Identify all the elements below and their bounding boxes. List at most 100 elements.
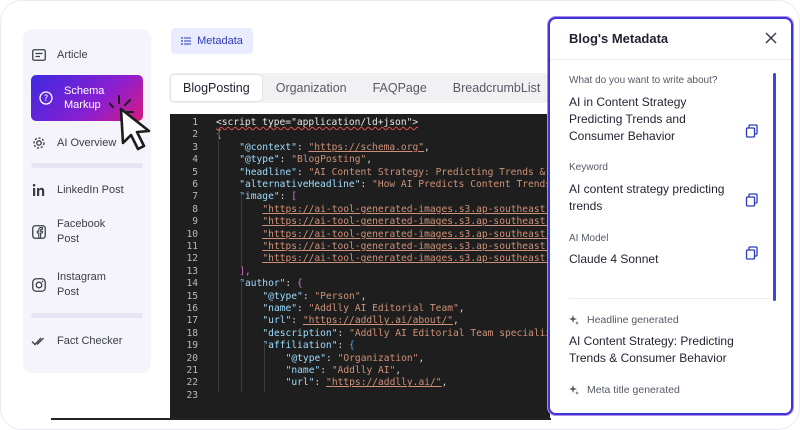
code-token: { — [296, 278, 303, 290]
sparkle-icon — [569, 385, 579, 395]
code-token: { — [349, 340, 355, 352]
code-token: "name" — [262, 303, 298, 314]
question-circle-icon: ? — [38, 90, 54, 106]
line-number: 18 — [186, 327, 198, 339]
code-token: "affiliation" — [262, 340, 338, 352]
code-token: "author" — [239, 278, 286, 290]
code-token: , — [453, 315, 459, 327]
article-icon — [31, 47, 47, 63]
tab-blogposting[interactable]: BlogPosting — [171, 75, 262, 101]
code-token: "https://ai-tool-generated-images.s3.ap-… — [262, 203, 550, 215]
code-token: : — [337, 340, 350, 352]
panel-title: Blog's Metadata — [569, 31, 669, 46]
code-token: , — [395, 365, 402, 376]
metadata-button[interactable]: Metadata — [171, 28, 253, 54]
field-label: What do you want to write about? — [569, 75, 718, 86]
generated-label: Meta title generated — [569, 384, 680, 396]
code-token: , — [366, 154, 373, 166]
code-line: "https://ai-tool-generated-images.s3.ap-… — [262, 241, 550, 252]
copy-icon[interactable] — [745, 193, 759, 207]
code-token: : — [337, 327, 350, 339]
code-token: "image" — [239, 191, 280, 203]
linkedin-icon — [31, 182, 47, 198]
sidebar-item-fact-checker[interactable]: Fact Checker — [31, 331, 143, 351]
code-token: : — [314, 377, 327, 389]
code-token: "https://addlly.ai/" — [326, 377, 442, 389]
code-token: "https://ai-tool-generated-images.s3.ap-… — [262, 216, 550, 228]
sidebar-item-facebook-post[interactable]: Facebook Post — [31, 215, 143, 249]
generated-label: Headline generated — [569, 314, 679, 326]
copy-icon[interactable] — [745, 124, 759, 138]
tab-organization[interactable]: Organization — [264, 75, 359, 101]
line-number-gutter: 1 2 3 4 5 6 7 8 9 10 11 12 13 14 15 16 17 18 19 20 21 22 23 — [170, 114, 204, 419]
line-number: 9 — [192, 216, 198, 228]
line-number: 20 — [186, 352, 198, 364]
code-token: "How AI Predicts Content Trends — [372, 179, 550, 190]
code-editor[interactable]: 1 2 3 4 5 6 7 8 9 10 11 12 13 14 15 16 17 18 19 20 21 22 23 <s… — [170, 114, 550, 419]
svg-text:?: ? — [44, 94, 49, 104]
code-token: : — [360, 179, 373, 190]
sidebar-item-article[interactable]: Article — [31, 45, 143, 65]
code-token: : — [296, 166, 309, 178]
code-line: "url": "https://addlly.ai/", — [286, 377, 448, 388]
metadata-button-label: Metadata — [197, 35, 243, 47]
code-token: , — [424, 141, 430, 153]
indent-guide — [241, 280, 243, 392]
copy-icon[interactable] — [745, 246, 759, 260]
line-number: 3 — [192, 141, 198, 153]
code-line: "image": [ — [239, 191, 297, 202]
code-token: "AI Content Strategy: Predicting Trends … — [308, 166, 550, 178]
code-line: "https://ai-tool-generated-images.s3.ap-… — [262, 216, 550, 227]
indent-guide — [241, 193, 243, 268]
code-token: : — [279, 191, 292, 203]
line-number: 10 — [186, 228, 198, 240]
sidebar-item-label: Facebook Post — [57, 218, 106, 245]
code-line: "https://ai-tool-generated-images.s3.ap-… — [262, 253, 550, 264]
code-token: : — [285, 278, 297, 290]
code-line: "name": "Addlly AI Editorial Team", — [262, 303, 464, 314]
sidebar-item-linkedin-post[interactable]: LinkedIn Post — [31, 180, 143, 200]
line-number: 17 — [186, 315, 198, 327]
facebook-icon — [31, 224, 47, 240]
code-line: "headline": "AI Content Strategy: Predic… — [239, 167, 550, 178]
field-label: AI Model — [569, 233, 609, 244]
code-token: "https://addlly.ai/about/" — [302, 315, 454, 327]
line-number: 14 — [186, 278, 198, 290]
field-value-ai-model: Claude 4 Sonnet — [569, 252, 659, 266]
sidebar-divider — [31, 313, 143, 318]
panel-divider — [550, 59, 791, 60]
code-token: : — [320, 365, 332, 376]
pointer-cursor-icon — [109, 95, 151, 151]
code-token: "https://ai-tool-generated-images.s3.ap-… — [262, 228, 550, 240]
tab-breadcrumblist[interactable]: BreadcrumbList — [441, 75, 549, 101]
sidebar-item-label: Instagram Post — [57, 271, 106, 298]
code-line: "name": "Addlly AI", — [286, 365, 402, 376]
tab-faqpage[interactable]: FAQPage — [361, 75, 439, 101]
code-token: "https://ai-tool-generated-images.s3.ap-… — [262, 241, 550, 252]
panel-divider — [569, 298, 769, 299]
code-token: "@type" — [262, 290, 303, 302]
line-number: 4 — [192, 154, 198, 166]
code-token: "@type" — [239, 154, 280, 166]
line-number: 2 — [192, 129, 198, 141]
sidebar-divider — [31, 163, 143, 168]
code-token: "@type" — [285, 352, 327, 364]
line-number: 5 — [192, 166, 198, 178]
line-number: 11 — [186, 241, 198, 252]
code-token: : — [279, 154, 292, 166]
code-token: , — [458, 303, 465, 314]
code-token: : — [296, 141, 309, 153]
code-line: "author": { — [239, 278, 303, 289]
generated-headline-value: AI Content Strategy: Predicting Trends &… — [569, 334, 734, 365]
line-number: 22 — [186, 377, 198, 389]
line-number: 16 — [186, 303, 198, 314]
code-line: <script type="application/ld+json"> — [216, 117, 418, 128]
metadata-panel: Blog's Metadata What do you want to writ… — [548, 17, 793, 415]
code-token: "Organization" — [337, 352, 419, 364]
close-icon[interactable] — [763, 30, 779, 46]
code-token: "alternativeHeadline" — [239, 179, 361, 190]
code-line: "description": "Addlly AI Editorial Team… — [262, 328, 550, 339]
sidebar-item-instagram-post[interactable]: Instagram Post — [31, 268, 143, 302]
panel-scrollbar[interactable] — [773, 73, 776, 301]
schema-tabs: BlogPosting Organization FAQPage Breadcr… — [169, 73, 549, 103]
